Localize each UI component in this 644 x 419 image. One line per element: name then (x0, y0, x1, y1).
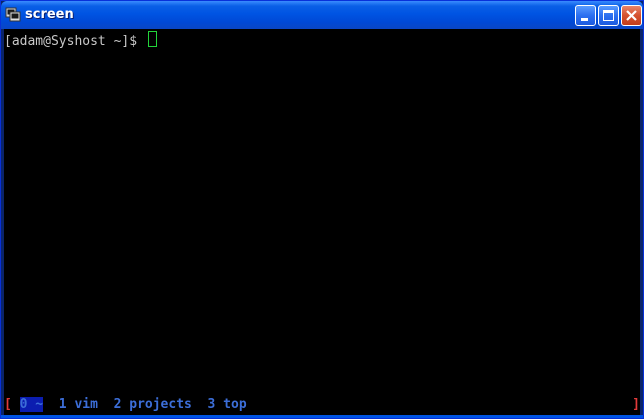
window-title: screen (25, 7, 74, 22)
maximize-icon (603, 10, 614, 21)
screen-window: screen [adam@Syshost ~]$ [ 0 ~ 1 vim 2 p… (0, 0, 644, 419)
close-button[interactable] (621, 5, 642, 26)
minimize-icon (581, 18, 588, 21)
terminal-icon[interactable] (5, 6, 21, 22)
title-bar[interactable]: screen (1, 1, 643, 29)
close-icon (626, 10, 637, 21)
prompt-line: [adam@Syshost ~]$ (4, 31, 157, 50)
shell-prompt: [adam@Syshost ~]$ (4, 34, 145, 49)
window-tab-2[interactable]: 2 projects (114, 397, 192, 412)
text-cursor (147, 31, 157, 47)
terminal-area[interactable]: [adam@Syshost ~]$ [ 0 ~ 1 vim 2 projects… (4, 29, 640, 415)
window-bottom-border (1, 415, 643, 418)
screen-status-line: [ 0 ~ 1 vim 2 projects 3 top] (4, 397, 640, 413)
window-tab-3[interactable]: 3 top (208, 397, 247, 412)
window-tab-1[interactable]: 1 vim (59, 397, 98, 412)
maximize-button[interactable] (598, 5, 619, 26)
status-open-bracket: [ (4, 397, 12, 412)
status-close-bracket: ] (632, 397, 640, 412)
window-tab-0[interactable]: 0 ~ (19, 397, 44, 412)
minimize-button[interactable] (575, 5, 596, 26)
